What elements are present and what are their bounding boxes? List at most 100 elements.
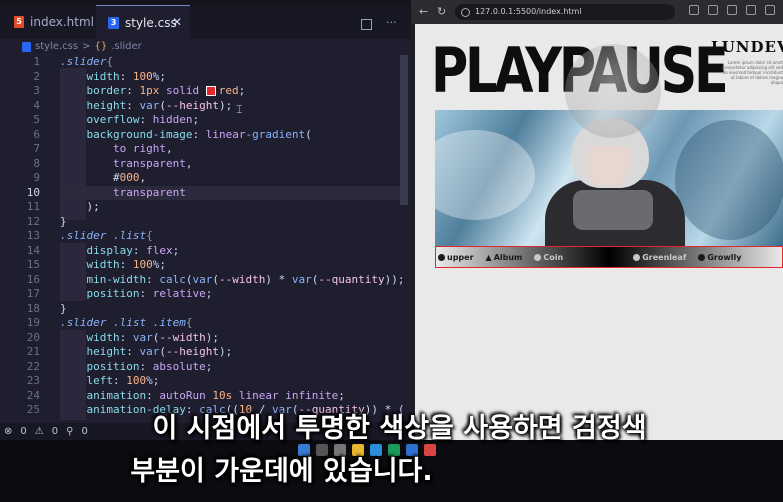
css3-icon (22, 41, 31, 52)
code-line[interactable]: width: 100%; (60, 258, 167, 273)
logo-mark-icon (534, 253, 542, 261)
hero-subtitle: LUNDEV (711, 38, 783, 56)
line-number: 17 (26, 287, 40, 300)
html5-icon: 5 (14, 16, 25, 28)
line-number: 12 (26, 214, 40, 228)
code-line[interactable]: .slider .list{ (60, 229, 153, 244)
line-number: 24 (26, 388, 40, 402)
code-line[interactable]: width: var(--width); (60, 331, 219, 346)
line-number: 5 (33, 113, 40, 126)
logo-item: Coin (534, 253, 563, 262)
code-line[interactable]: } (60, 302, 67, 317)
subtitle-line-1: 이 시점에서 투명한 색상을 사용하면 검정색 (152, 413, 647, 444)
code-line[interactable]: .slider .list .item{ (60, 316, 192, 331)
code-line[interactable]: transparent (60, 185, 400, 200)
close-icon[interactable]: ✕ (172, 15, 182, 29)
logo-slider: upper ▲ Album Coin Greenleaf Growlly (435, 246, 783, 268)
line-number: 16 (26, 272, 40, 286)
logo-mark-icon (633, 253, 641, 261)
browser-toolbar: ← ↻ 127.0.0.1:5500/index.html (411, 0, 783, 24)
line-number: 13 (26, 229, 40, 242)
editor-tab-bar: 5 index.html 3 style.css ✕ ··· (0, 5, 411, 39)
code-line[interactable]: #000, (60, 171, 146, 186)
split-screen-icon[interactable] (708, 5, 718, 15)
tab-index-html[interactable]: 5 index.html (0, 5, 94, 39)
tab-label: style.css (125, 15, 177, 30)
site-info-icon[interactable] (461, 8, 470, 17)
line-number: 22 (26, 359, 40, 373)
code-line[interactable]: position: absolute; (60, 360, 213, 375)
address-bar[interactable]: 127.0.0.1:5500/index.html (455, 4, 675, 20)
code-editor: 5 index.html 3 style.css ✕ ··· style.css… (0, 0, 411, 440)
mouse-cursor-icon: ⌶ (236, 103, 243, 116)
line-number: 14 (26, 243, 40, 257)
line-number: 19 (26, 316, 40, 329)
subtitle-line-2: 부분이 가운데에 있습니다. (130, 456, 433, 487)
code-line[interactable]: transparent, (60, 157, 192, 172)
logo-mark-icon (438, 253, 445, 261)
line-number: 9 (33, 171, 40, 184)
code-line[interactable]: animation: autoRun 10s linear infinite; (60, 389, 345, 404)
line-number: 7 (33, 142, 40, 155)
more-actions-icon[interactable]: ··· (386, 17, 397, 30)
figure-armor (573, 190, 653, 230)
back-icon[interactable]: ← (419, 5, 428, 18)
figure-face (585, 146, 631, 186)
logo-item: Greenleaf (633, 253, 686, 262)
editor-actions: ··· (361, 17, 397, 30)
url-text: 127.0.0.1:5500/index.html (475, 7, 582, 16)
code-line[interactable]: to right, (60, 142, 173, 157)
hero-description: Lorem ipsum dolor sit amet consectetur a… (721, 60, 783, 85)
collections-icon[interactable] (746, 5, 756, 15)
code-line[interactable]: display: flex; (60, 244, 180, 259)
reload-icon[interactable]: ↻ (437, 5, 446, 18)
favorites-icon[interactable] (727, 5, 737, 15)
line-number: 15 (26, 258, 40, 271)
profile-icon[interactable] (765, 5, 775, 15)
line-number: 1 (33, 55, 40, 68)
code-line[interactable]: border: 1px solid red; (60, 84, 246, 99)
code-line[interactable]: height: var(--height); (60, 99, 233, 114)
tab-label: index.html (30, 15, 94, 29)
breadcrumb: style.css > {} .slider (22, 41, 142, 52)
logo-item: ▲ Album (485, 252, 523, 262)
liquid-shadow (675, 120, 783, 240)
line-number: 2 (33, 69, 40, 83)
liquid-highlight (435, 130, 535, 220)
split-editor-icon[interactable] (361, 19, 372, 30)
code-line[interactable]: overflow: hidden; (60, 113, 200, 128)
editor-scrollbar[interactable] (400, 55, 408, 205)
code-line[interactable]: } (60, 215, 67, 230)
breadcrumb-file[interactable]: style.css (35, 41, 78, 52)
selector-icon: {} (94, 41, 108, 52)
logo-item: Growlly (698, 253, 741, 262)
logo-item: upper (438, 253, 474, 262)
line-number: 21 (26, 345, 40, 358)
line-number: 18 (26, 301, 40, 315)
line-number: 4 (33, 98, 40, 112)
helmet-overlay (565, 44, 661, 138)
line-number: 23 (26, 374, 40, 387)
web-page: PLAYPAUSE LUNDEV Lorem ipsum dolor sit a… (415, 24, 783, 440)
line-number: 20 (26, 330, 40, 344)
breadcrumb-separator: > (82, 41, 91, 52)
code-line[interactable]: .slider{ (60, 55, 113, 70)
code-line[interactable]: ); (60, 200, 99, 215)
browser-window: ← ↻ 127.0.0.1:5500/index.html PLAYPAUSE … (411, 0, 783, 440)
code-line[interactable]: width: 100%; (60, 70, 167, 85)
breadcrumb-symbol[interactable]: .slider (111, 41, 142, 52)
code-line[interactable]: height: var(--height); (60, 345, 233, 360)
browser-actions (689, 5, 775, 15)
extensions-icon[interactable] (689, 5, 699, 15)
line-number: 8 (33, 156, 40, 170)
code-line[interactable]: position: relative; (60, 287, 213, 302)
code-line[interactable]: left: 100%; (60, 374, 160, 389)
css3-icon: 3 (108, 16, 119, 29)
line-number: 11 (26, 200, 40, 213)
tab-style-css[interactable]: 3 style.css ✕ (96, 5, 190, 39)
code-line[interactable]: min-width: calc(var(--width) * var(--qua… (60, 273, 405, 288)
logo-mark-icon (698, 253, 706, 261)
line-number: 10 (26, 185, 40, 199)
code-line[interactable]: background-image: linear-gradient( (60, 128, 312, 143)
line-number: 3 (33, 84, 40, 97)
